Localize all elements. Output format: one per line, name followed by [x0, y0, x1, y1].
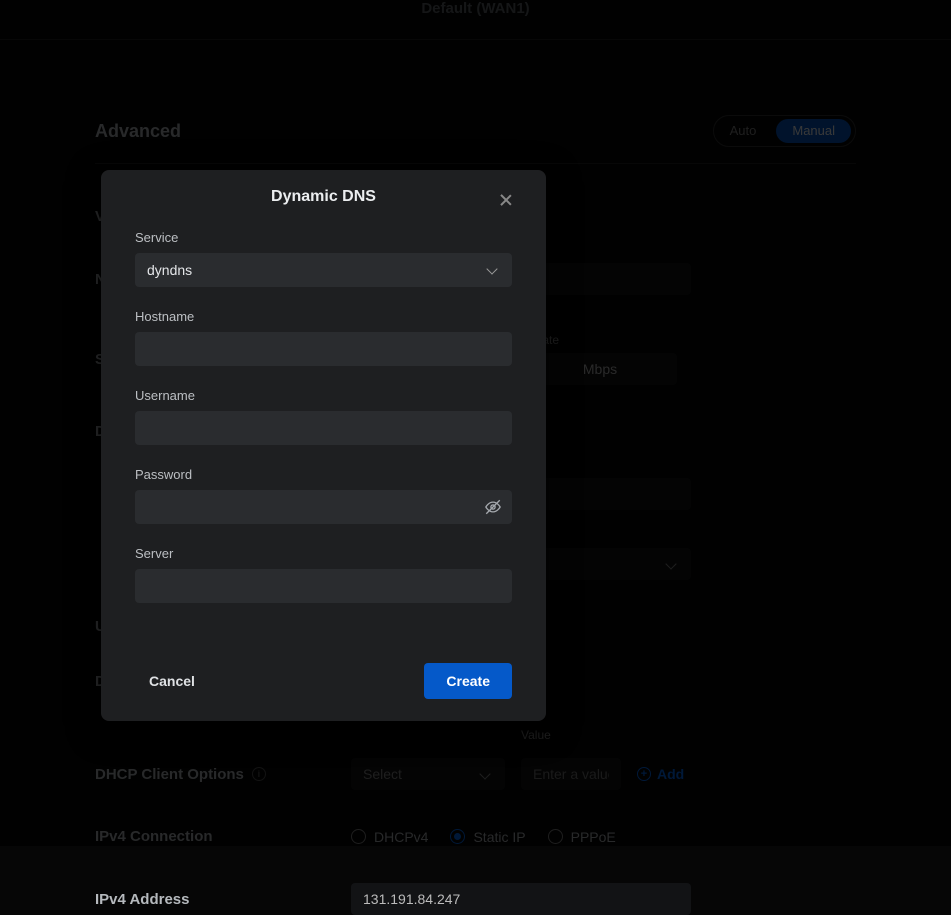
- service-select[interactable]: dyndns: [135, 253, 512, 287]
- ipv4-address-label: IPv4 Address: [95, 891, 351, 908]
- close-icon[interactable]: [500, 194, 512, 206]
- password-label: Password: [135, 467, 512, 482]
- username-label: Username: [135, 388, 512, 403]
- username-input[interactable]: [135, 411, 512, 445]
- service-value: dyndns: [147, 262, 192, 278]
- ipv4-address-input[interactable]: [351, 883, 691, 915]
- cancel-button[interactable]: Cancel: [135, 673, 195, 689]
- server-input[interactable]: [135, 569, 512, 603]
- chevron-down-icon: [486, 263, 497, 274]
- service-label: Service: [135, 230, 512, 245]
- hostname-label: Hostname: [135, 309, 512, 324]
- dynamic-dns-modal: Dynamic DNS Service dyndns Hostname User…: [101, 170, 546, 721]
- modal-title: Dynamic DNS: [101, 188, 546, 206]
- password-input[interactable]: [135, 490, 512, 524]
- eye-off-icon[interactable]: [484, 498, 502, 516]
- server-label: Server: [135, 546, 512, 561]
- hostname-input[interactable]: [135, 332, 512, 366]
- create-button[interactable]: Create: [424, 663, 512, 699]
